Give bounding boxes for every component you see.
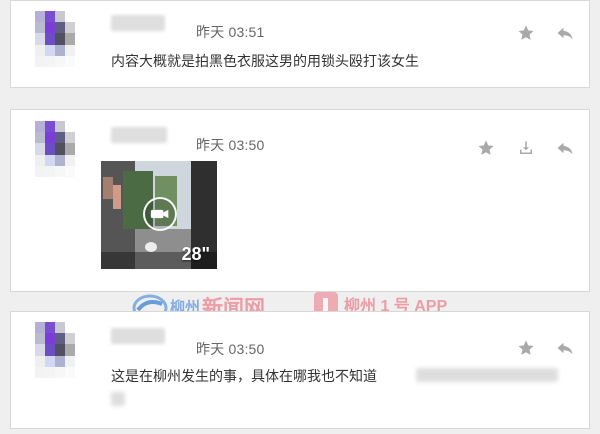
message-text-redacted [416, 368, 558, 382]
reply-button[interactable] [553, 336, 577, 360]
message-card-1: 昨天 03:51 内容大概就是拍黑色衣服这男的用锁头殴打该女生 [10, 0, 590, 88]
star-icon [518, 25, 534, 40]
video-duration: 28" [181, 244, 210, 264]
reply-button[interactable] [553, 21, 577, 45]
download-button[interactable] [514, 136, 538, 160]
star-icon [518, 340, 534, 355]
video-camera-icon [150, 209, 169, 219]
reply-button[interactable] [553, 136, 577, 160]
star-icon [478, 140, 494, 155]
star-button[interactable] [514, 21, 538, 45]
video-play-badge [143, 197, 177, 231]
star-button[interactable] [474, 136, 498, 160]
avatar[interactable] [35, 11, 75, 67]
reply-icon [557, 27, 573, 39]
message-text: 内容大概就是拍黑色衣服这男的用锁头殴打该女生 [111, 53, 419, 69]
sender-name-redacted [111, 127, 167, 143]
message-time: 昨天 03:51 [196, 24, 265, 40]
message-time: 昨天 03:50 [196, 137, 265, 153]
avatar[interactable] [35, 121, 75, 177]
star-button[interactable] [514, 336, 538, 360]
download-icon [520, 141, 532, 154]
message-text-redacted [111, 392, 125, 406]
message-text: 这是在柳州发生的事，具体在哪我也不知道 [111, 368, 377, 384]
reply-icon [557, 142, 573, 154]
sender-name-redacted [111, 328, 165, 344]
avatar[interactable] [35, 322, 75, 378]
sender-name-redacted [111, 15, 165, 31]
reply-icon [557, 342, 573, 354]
video-thumbnail[interactable]: 28" [101, 161, 217, 269]
message-card-3: 昨天 03:50 这是在柳州发生的事，具体在哪我也不知道 [10, 311, 590, 429]
message-card-2: 昨天 03:50 28" [10, 109, 590, 292]
message-time: 昨天 03:50 [196, 341, 265, 357]
